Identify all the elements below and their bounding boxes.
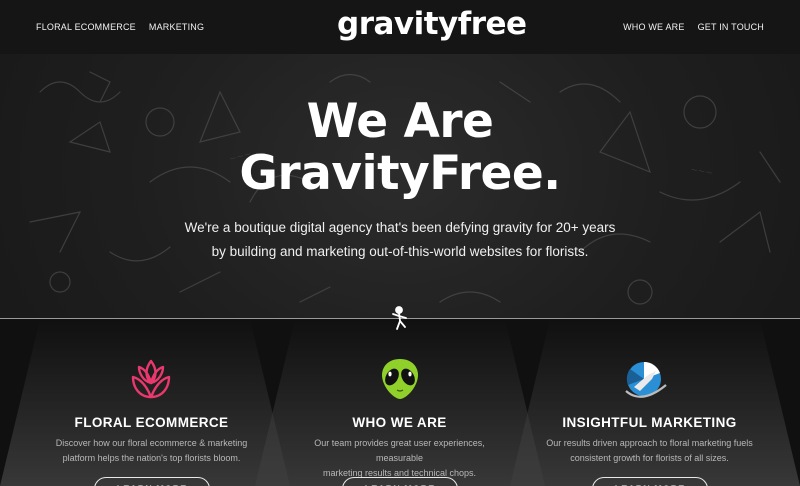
service-title-who-we-are: WHO WE ARE	[352, 415, 447, 430]
hero-subtitle-line1: We're a boutique digital agency that's b…	[184, 220, 616, 235]
hero-title: We Are GravityFree.	[0, 96, 800, 200]
service-text-who-we-are: Our team provides great user experiences…	[294, 436, 505, 481]
services-section: FLORAL ECOMMERCE Discover how our floral…	[0, 319, 800, 486]
hero-subtitle: We're a boutique digital agency that's b…	[150, 216, 650, 264]
service-title-floral-ecommerce: FLORAL ECOMMERCE	[74, 415, 229, 430]
service-title-insightful-marketing: INSIGHTFUL MARKETING	[562, 415, 737, 430]
hero-title-line2: GravityFree.	[239, 146, 561, 201]
lotus-flower-icon	[131, 359, 171, 399]
rocket-pie-chart-icon	[625, 361, 667, 398]
nav-marketing[interactable]: MARKETING	[149, 22, 204, 32]
page: ~~~ ~~~ FLORAL ECOMMERCE MARKETING gravi…	[0, 0, 800, 486]
hero-subtitle-line2: by building and marketing out-of-this-wo…	[211, 244, 589, 259]
hero-title-line1: We Are	[306, 94, 494, 149]
service-text-insightful-marketing: Our results driven approach to floral ma…	[544, 436, 755, 466]
nav-who-we-are[interactable]: WHO WE ARE	[623, 22, 685, 32]
service-text-line: Our results driven approach to floral ma…	[546, 438, 753, 448]
nav-right: WHO WE ARE GET IN TOUCH	[623, 22, 764, 32]
floating-astronaut-icon	[392, 306, 407, 330]
nav-floral-ecommerce[interactable]: FLORAL ECOMMERCE	[36, 22, 136, 32]
nav-get-in-touch[interactable]: GET IN TOUCH	[698, 22, 764, 32]
learn-more-who-button[interactable]: LEARN MORE	[342, 477, 458, 486]
learn-more-marketing-button[interactable]: LEARN MORE	[592, 477, 708, 486]
service-text-line: consistent growth for florists of all si…	[570, 453, 729, 463]
service-text-floral-ecommerce: Discover how our floral ecommerce & mark…	[46, 436, 257, 466]
service-text-line: Discover how our floral ecommerce & mark…	[55, 438, 248, 448]
service-text-line: Our team provides great user experiences…	[314, 438, 485, 463]
nav-left: FLORAL ECOMMERCE MARKETING	[36, 22, 204, 32]
alien-head-icon	[382, 359, 418, 399]
service-text-line: platform helps the nation's top florists…	[62, 453, 241, 463]
gravityfree-logo[interactable]: gravityfree	[337, 9, 527, 40]
learn-more-floral-button[interactable]: LEARN MORE	[94, 477, 210, 486]
site-header: FLORAL ECOMMERCE MARKETING gravityfree W…	[0, 0, 800, 54]
